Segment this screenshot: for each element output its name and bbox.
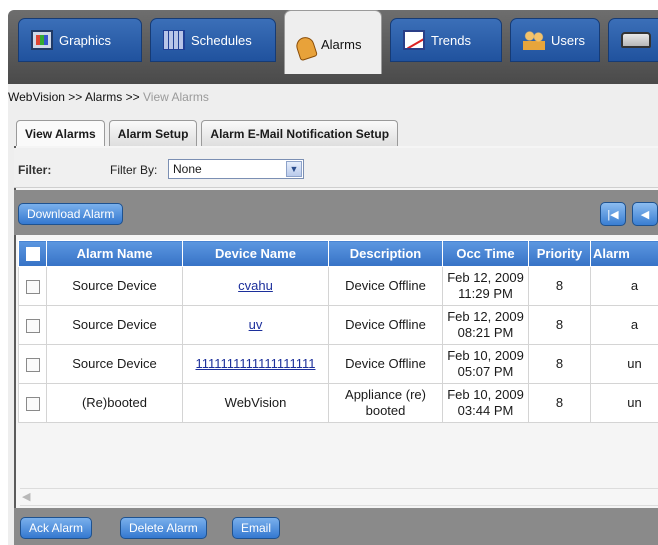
column-header-alarm-name[interactable]: Alarm Name [46, 240, 183, 267]
bottom-toolbar [14, 508, 658, 545]
device-name-cell: 1111111111111111111 [182, 344, 329, 384]
row-select-cell [18, 305, 47, 345]
alarm-name-cell: Source Device [46, 305, 183, 345]
scroll-left-arrow-icon[interactable]: ◀ [22, 490, 30, 503]
tab-graphics[interactable]: Graphics [18, 18, 142, 62]
priority-cell: 8 [528, 383, 591, 423]
filter-by-select[interactable]: None ▼ [168, 159, 304, 179]
filter-label: Filter: [18, 163, 52, 177]
device-link[interactable]: uv [249, 317, 263, 332]
select-all-cell [18, 240, 47, 267]
graphics-icon [31, 30, 53, 50]
previous-page-icon[interactable]: ◀ [632, 202, 658, 226]
priority-cell: 8 [528, 266, 591, 306]
alarm-state-cell: a [590, 305, 658, 345]
tab-graphics-label: Graphics [59, 32, 112, 48]
alarm-name-cell: Source Device [46, 344, 183, 384]
occ-clock: 11:29 PM [458, 286, 513, 301]
table-row: Source Device uv Device Offline Feb 12, … [18, 305, 658, 345]
description-cell: Device Offline [328, 266, 443, 306]
table-row: Source Device cvahu Device Offline Feb 1… [18, 266, 658, 306]
select-all-checkbox[interactable] [25, 247, 40, 262]
tab-device[interactable] [608, 18, 658, 62]
occ-date: Feb 10, 2009 [447, 348, 524, 363]
row-checkbox[interactable] [25, 396, 40, 411]
row-checkbox[interactable] [25, 357, 40, 372]
tab-trends[interactable]: Trends [390, 18, 502, 62]
row-checkbox[interactable] [25, 318, 40, 333]
occ-time-cell: Feb 12, 2009 11:29 PM [442, 266, 529, 306]
priority-cell: 8 [528, 305, 591, 345]
tab-schedules[interactable]: Schedules [150, 18, 276, 62]
occ-time-cell: Feb 10, 2009 05:07 PM [442, 344, 529, 384]
occ-date: Feb 12, 2009 [447, 270, 524, 285]
priority-cell: 8 [528, 344, 591, 384]
breadcrumb-separator: >> [125, 90, 140, 104]
download-alarm-button[interactable]: Download Alarm [18, 203, 124, 225]
trends-chart-icon [403, 30, 425, 50]
alarm-state-cell: a [590, 266, 658, 306]
occ-date: Feb 12, 2009 [447, 309, 524, 324]
chevron-down-icon[interactable]: ▼ [286, 161, 302, 177]
breadcrumb-separator: >> [68, 90, 83, 104]
description-cell: Appliance (re) booted [328, 383, 443, 423]
tab-view-alarms[interactable]: View Alarms [16, 120, 105, 146]
occ-clock: 03:44 PM [457, 403, 514, 418]
device-link[interactable]: 1111111111111111111 [195, 356, 315, 371]
occ-date: Feb 10, 2009 [447, 387, 524, 402]
schedule-icon [163, 30, 185, 50]
column-header-occ-time[interactable]: Occ Time [442, 240, 529, 267]
occ-time-cell: Feb 12, 2009 08:21 PM [442, 305, 529, 345]
column-header-description[interactable]: Description [328, 240, 443, 267]
tab-email-notification-setup[interactable]: Alarm E-Mail Notification Setup [201, 120, 399, 146]
tab-alarms-label: Alarms [321, 37, 362, 52]
tab-schedules-label: Schedules [191, 32, 252, 48]
table-row: Source Device 1111111111111111111 Device… [18, 344, 658, 384]
alarms-table: Alarm Name Device Name Description Occ T… [18, 240, 658, 423]
column-header-alarm[interactable]: Alarm [590, 240, 658, 267]
table-header-row: Alarm Name Device Name Description Occ T… [18, 240, 658, 267]
alarm-state-cell: un [590, 383, 658, 423]
column-header-device-name[interactable]: Device Name [182, 240, 329, 267]
tab-trends-label: Trends [431, 32, 471, 48]
occ-time-cell: Feb 10, 2009 03:44 PM [442, 383, 529, 423]
filter-by-label: Filter By: [110, 163, 158, 177]
tab-alarms[interactable]: Alarms [284, 10, 382, 74]
alarm-name-cell: (Re)booted [46, 383, 183, 423]
row-select-cell [18, 266, 47, 306]
breadcrumb-current: View Alarms [143, 90, 209, 104]
sub-tab-bar: View Alarms Alarm Setup Alarm E-Mail Not… [16, 120, 399, 146]
occ-clock: 08:21 PM [457, 325, 514, 340]
delete-alarm-button[interactable]: Delete Alarm [120, 517, 207, 539]
horizontal-scrollbar[interactable] [20, 488, 658, 506]
tab-users[interactable]: Users [510, 18, 600, 62]
alarm-bell-icon [294, 34, 318, 62]
occ-clock: 05:07 PM [457, 364, 514, 379]
filter-by-value: None [173, 162, 202, 176]
email-button[interactable]: Email [232, 517, 281, 539]
first-page-icon[interactable]: |◀ [600, 202, 626, 226]
row-select-cell [18, 344, 47, 384]
breadcrumb: WebVision >> Alarms >> View Alarms [8, 90, 209, 104]
row-checkbox[interactable] [25, 279, 40, 294]
description-cell: Device Offline [328, 344, 443, 384]
row-select-cell [18, 383, 47, 423]
device-name-cell: cvahu [182, 266, 329, 306]
table-row: (Re)booted WebVision Appliance (re) boot… [18, 383, 658, 423]
tab-alarm-setup[interactable]: Alarm Setup [108, 120, 198, 146]
alarm-state-cell: un [590, 344, 658, 384]
alarm-name-cell: Source Device [46, 266, 183, 306]
breadcrumb-section[interactable]: Alarms [85, 90, 122, 104]
breadcrumb-root[interactable]: WebVision [8, 90, 65, 104]
column-header-priority[interactable]: Priority [528, 240, 591, 267]
device-link[interactable]: cvahu [238, 278, 273, 293]
description-cell: Device Offline [328, 305, 443, 345]
tab-users-label: Users [551, 32, 585, 48]
device-name-cell: WebVision [182, 383, 329, 423]
users-icon [523, 30, 545, 50]
device-icon [621, 32, 651, 48]
ack-alarm-button[interactable]: Ack Alarm [20, 517, 93, 539]
device-name-cell: uv [182, 305, 329, 345]
